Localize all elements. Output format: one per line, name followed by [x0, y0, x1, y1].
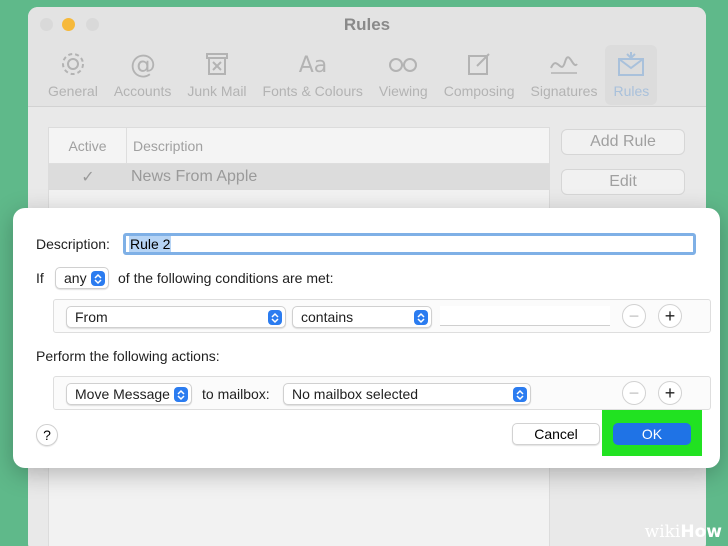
add-action-button[interactable]: + — [658, 381, 682, 405]
tab-label: Fonts & Colours — [262, 83, 363, 99]
tab-label: Viewing — [378, 83, 428, 99]
column-header-active[interactable]: Active — [49, 128, 127, 163]
wikihow-watermark: wikiHow — [645, 522, 722, 542]
condition-field-value: From — [75, 309, 108, 325]
edit-rule-button[interactable]: Edit — [561, 169, 685, 195]
preferences-toolbar: General @ Accounts Junk Mail Aa Fonts & … — [40, 45, 696, 105]
description-input[interactable]: Rule 2 — [123, 233, 696, 255]
fonts-icon: Aa — [296, 49, 330, 79]
condition-row: From contains − + — [53, 299, 711, 333]
conditions-label: of the following conditions are met: — [118, 270, 334, 286]
remove-condition-button[interactable]: − — [622, 304, 646, 328]
action-type-value: Move Message — [75, 386, 170, 402]
rule-description: News From Apple — [131, 168, 258, 185]
chevron-updown-icon — [414, 310, 428, 325]
signature-icon — [547, 49, 581, 79]
mailbox-value: No mailbox selected — [292, 386, 419, 402]
compose-icon — [465, 49, 493, 79]
svg-text:Aa: Aa — [298, 53, 327, 78]
chevron-updown-icon — [174, 387, 188, 402]
chevron-updown-icon — [91, 271, 105, 286]
to-mailbox-label: to mailbox: — [202, 386, 270, 402]
window-titlebar: Rules General @ Accounts Junk Mail Aa Fo… — [28, 7, 706, 107]
rules-envelope-icon — [616, 49, 646, 79]
active-checkbox[interactable]: ✓ — [49, 167, 127, 187]
description-label: Description: — [36, 236, 110, 252]
condition-operator-value: contains — [301, 309, 354, 325]
rule-edit-dialog: Description: Rule 2 If any of the follow… — [13, 208, 720, 468]
tab-label: Junk Mail — [187, 83, 247, 99]
any-all-popup[interactable]: any — [55, 267, 109, 289]
condition-operator-popup[interactable]: contains — [292, 306, 432, 328]
table-row[interactable]: ✓ News From Apple — [49, 164, 549, 190]
chevron-updown-icon — [268, 310, 282, 325]
column-header-description[interactable]: Description — [127, 138, 203, 154]
watermark-suffix: How — [680, 522, 722, 542]
action-row: Move Message to mailbox: No mailbox sele… — [53, 376, 711, 410]
rules-table-header: Active Description — [49, 128, 549, 164]
tab-signatures[interactable]: Signatures — [523, 45, 606, 105]
action-type-popup[interactable]: Move Message — [66, 383, 192, 405]
window-title: Rules — [343, 15, 391, 34]
add-rule-button[interactable]: Add Rule — [561, 129, 685, 155]
add-condition-button[interactable]: + — [658, 304, 682, 328]
gear-icon — [59, 49, 87, 79]
tab-fonts-colours[interactable]: Aa Fonts & Colours — [255, 45, 371, 105]
tab-composing[interactable]: Composing — [436, 45, 523, 105]
tab-label: Composing — [443, 83, 515, 99]
tab-label: Rules — [613, 83, 650, 99]
tab-label: Signatures — [530, 83, 598, 99]
any-all-value: any — [64, 270, 87, 286]
if-label: If — [36, 270, 44, 286]
svg-text:@: @ — [130, 50, 156, 78]
condition-field-popup[interactable]: From — [66, 306, 286, 328]
ok-button[interactable]: OK — [613, 423, 691, 445]
tab-general[interactable]: General — [40, 45, 106, 105]
glasses-icon — [386, 49, 420, 79]
tab-label: Accounts — [113, 83, 172, 99]
tab-rules[interactable]: Rules — [605, 45, 658, 105]
description-value: Rule 2 — [129, 236, 172, 252]
remove-action-button[interactable]: − — [622, 381, 646, 405]
at-icon: @ — [129, 49, 157, 79]
mailbox-popup[interactable]: No mailbox selected — [283, 383, 531, 405]
watermark-prefix: wiki — [644, 522, 681, 542]
help-button[interactable]: ? — [36, 424, 58, 446]
trash-x-icon — [203, 49, 231, 79]
tab-junk-mail[interactable]: Junk Mail — [179, 45, 254, 105]
condition-value-field[interactable] — [440, 306, 610, 326]
tab-label: General — [48, 83, 98, 99]
cancel-button[interactable]: Cancel — [512, 423, 600, 445]
tab-viewing[interactable]: Viewing — [371, 45, 436, 105]
chevron-updown-icon — [513, 387, 527, 402]
tab-accounts[interactable]: @ Accounts — [106, 45, 180, 105]
actions-label: Perform the following actions: — [36, 348, 220, 364]
